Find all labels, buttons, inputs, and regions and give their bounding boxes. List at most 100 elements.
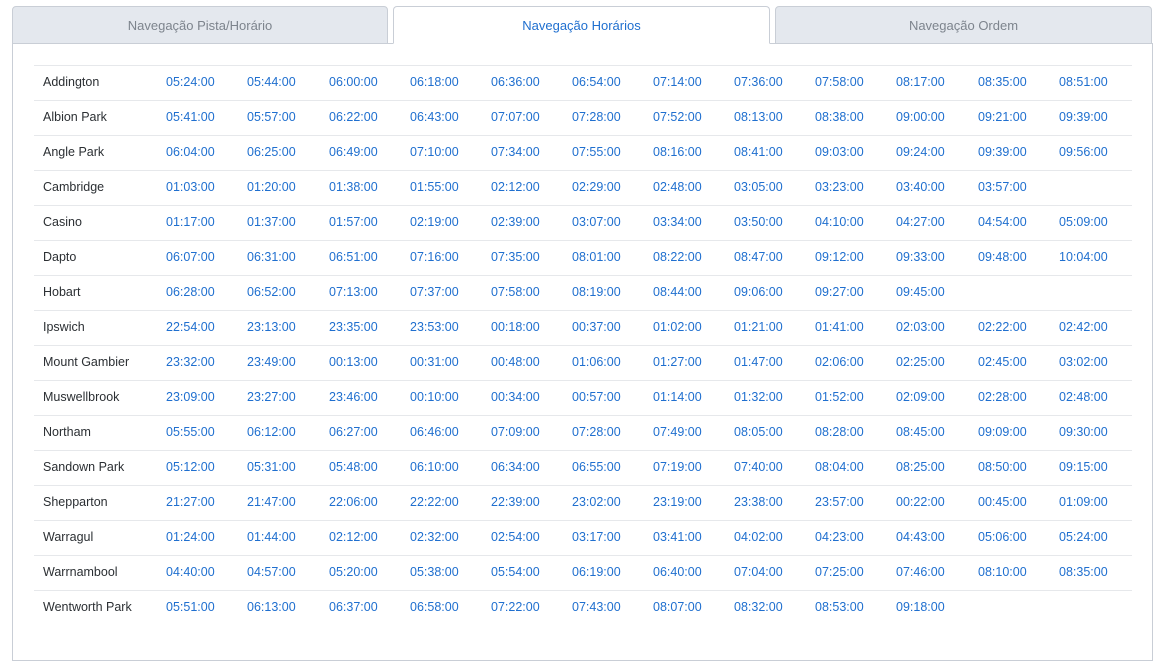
race-time-link[interactable]: 07:49:00: [653, 415, 702, 450]
race-time-link[interactable]: 03:41:00: [653, 520, 702, 555]
race-time-link[interactable]: 02:32:00: [410, 520, 459, 555]
race-time-link[interactable]: 02:09:00: [896, 380, 945, 415]
race-time-link[interactable]: 08:41:00: [734, 135, 783, 170]
race-time-link[interactable]: 10:04:00: [1059, 240, 1108, 275]
race-time-link[interactable]: 09:06:00: [734, 275, 783, 310]
race-time-link[interactable]: 06:00:00: [329, 65, 378, 100]
race-time-link[interactable]: 02:48:00: [1059, 380, 1108, 415]
race-time-link[interactable]: 01:44:00: [247, 520, 296, 555]
race-time-link[interactable]: 05:09:00: [1059, 205, 1108, 240]
race-time-link[interactable]: 03:40:00: [896, 170, 945, 205]
race-time-link[interactable]: 06:28:00: [166, 275, 215, 310]
race-time-link[interactable]: 09:48:00: [978, 240, 1027, 275]
race-time-link[interactable]: 05:20:00: [329, 555, 378, 590]
race-time-link[interactable]: 05:51:00: [166, 590, 215, 625]
race-time-link[interactable]: 06:13:00: [247, 590, 296, 625]
race-time-link[interactable]: 08:25:00: [896, 450, 945, 485]
race-time-link[interactable]: 04:40:00: [166, 555, 215, 590]
race-time-link[interactable]: 07:28:00: [572, 100, 621, 135]
race-time-link[interactable]: 06:54:00: [572, 65, 621, 100]
race-time-link[interactable]: 09:24:00: [896, 135, 945, 170]
race-time-link[interactable]: 02:42:00: [1059, 310, 1108, 345]
race-time-link[interactable]: 00:48:00: [491, 345, 540, 380]
race-time-link[interactable]: 00:37:00: [572, 310, 621, 345]
race-time-link[interactable]: 04:02:00: [734, 520, 783, 555]
race-time-link[interactable]: 01:24:00: [166, 520, 215, 555]
race-time-link[interactable]: 23:09:00: [166, 380, 215, 415]
race-time-link[interactable]: 08:44:00: [653, 275, 702, 310]
race-time-link[interactable]: 07:10:00: [410, 135, 459, 170]
race-time-link[interactable]: 01:55:00: [410, 170, 459, 205]
race-time-link[interactable]: 07:46:00: [896, 555, 945, 590]
race-time-link[interactable]: 22:06:00: [329, 485, 378, 520]
race-time-link[interactable]: 05:44:00: [247, 65, 296, 100]
race-time-link[interactable]: 03:17:00: [572, 520, 621, 555]
race-time-link[interactable]: 02:48:00: [653, 170, 702, 205]
race-time-link[interactable]: 05:54:00: [491, 555, 540, 590]
race-time-link[interactable]: 08:01:00: [572, 240, 621, 275]
race-time-link[interactable]: 09:39:00: [978, 135, 1027, 170]
race-time-link[interactable]: 08:45:00: [896, 415, 945, 450]
race-time-link[interactable]: 09:39:00: [1059, 100, 1108, 135]
race-time-link[interactable]: 05:55:00: [166, 415, 215, 450]
race-time-link[interactable]: 06:34:00: [491, 450, 540, 485]
race-time-link[interactable]: 23:13:00: [247, 310, 296, 345]
race-time-link[interactable]: 09:15:00: [1059, 450, 1108, 485]
race-time-link[interactable]: 08:50:00: [978, 450, 1027, 485]
race-time-link[interactable]: 01:20:00: [247, 170, 296, 205]
race-time-link[interactable]: 08:07:00: [653, 590, 702, 625]
race-time-link[interactable]: 06:07:00: [166, 240, 215, 275]
race-time-link[interactable]: 07:52:00: [653, 100, 702, 135]
race-time-link[interactable]: 23:57:00: [815, 485, 864, 520]
race-time-link[interactable]: 00:57:00: [572, 380, 621, 415]
race-time-link[interactable]: 08:19:00: [572, 275, 621, 310]
race-time-link[interactable]: 09:00:00: [896, 100, 945, 135]
race-time-link[interactable]: 09:18:00: [896, 590, 945, 625]
race-time-link[interactable]: 06:36:00: [491, 65, 540, 100]
race-time-link[interactable]: 00:45:00: [978, 485, 1027, 520]
race-time-link[interactable]: 06:25:00: [247, 135, 296, 170]
race-time-link[interactable]: 07:07:00: [491, 100, 540, 135]
race-time-link[interactable]: 09:03:00: [815, 135, 864, 170]
race-time-link[interactable]: 23:38:00: [734, 485, 783, 520]
race-time-link[interactable]: 08:38:00: [815, 100, 864, 135]
race-time-link[interactable]: 06:52:00: [247, 275, 296, 310]
race-time-link[interactable]: 07:55:00: [572, 135, 621, 170]
race-time-link[interactable]: 07:16:00: [410, 240, 459, 275]
race-time-link[interactable]: 07:40:00: [734, 450, 783, 485]
race-time-link[interactable]: 05:12:00: [166, 450, 215, 485]
race-time-link[interactable]: 07:58:00: [491, 275, 540, 310]
race-time-link[interactable]: 00:34:00: [491, 380, 540, 415]
race-time-link[interactable]: 06:51:00: [329, 240, 378, 275]
race-time-link[interactable]: 04:10:00: [815, 205, 864, 240]
race-time-link[interactable]: 06:43:00: [410, 100, 459, 135]
race-time-link[interactable]: 22:39:00: [491, 485, 540, 520]
race-time-link[interactable]: 21:27:00: [166, 485, 215, 520]
race-time-link[interactable]: 07:37:00: [410, 275, 459, 310]
race-time-link[interactable]: 05:24:00: [1059, 520, 1108, 555]
race-time-link[interactable]: 23:19:00: [653, 485, 702, 520]
race-time-link[interactable]: 00:13:00: [329, 345, 378, 380]
race-time-link[interactable]: 08:05:00: [734, 415, 783, 450]
race-time-link[interactable]: 05:31:00: [247, 450, 296, 485]
race-time-link[interactable]: 04:54:00: [978, 205, 1027, 240]
race-time-link[interactable]: 02:29:00: [572, 170, 621, 205]
race-time-link[interactable]: 02:25:00: [896, 345, 945, 380]
race-time-link[interactable]: 00:18:00: [491, 310, 540, 345]
race-time-link[interactable]: 02:28:00: [978, 380, 1027, 415]
race-time-link[interactable]: 07:28:00: [572, 415, 621, 450]
race-time-link[interactable]: 00:22:00: [896, 485, 945, 520]
race-time-link[interactable]: 06:31:00: [247, 240, 296, 275]
race-time-link[interactable]: 02:39:00: [491, 205, 540, 240]
race-time-link[interactable]: 01:06:00: [572, 345, 621, 380]
race-time-link[interactable]: 09:09:00: [978, 415, 1027, 450]
race-time-link[interactable]: 04:23:00: [815, 520, 864, 555]
race-time-link[interactable]: 06:46:00: [410, 415, 459, 450]
race-time-link[interactable]: 06:27:00: [329, 415, 378, 450]
race-time-link[interactable]: 07:13:00: [329, 275, 378, 310]
race-time-link[interactable]: 23:53:00: [410, 310, 459, 345]
race-time-link[interactable]: 22:22:00: [410, 485, 459, 520]
tab-horarios[interactable]: Navegação Horários: [393, 6, 770, 44]
race-time-link[interactable]: 23:49:00: [247, 345, 296, 380]
race-time-link[interactable]: 07:04:00: [734, 555, 783, 590]
